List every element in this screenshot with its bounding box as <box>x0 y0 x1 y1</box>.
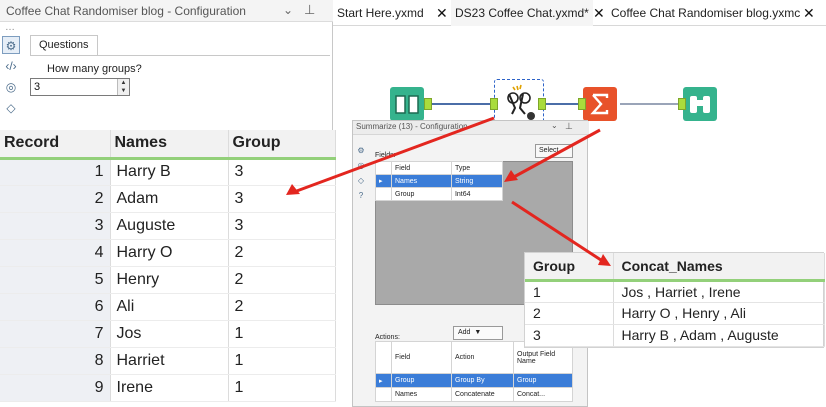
output-anchor[interactable] <box>538 98 546 110</box>
column-header[interactable]: Action <box>451 341 514 374</box>
groups-spinner[interactable]: ▲ ▼ <box>117 79 129 95</box>
configuration-header: Coffee Chat Randomiser blog - Configurat… <box>0 0 333 22</box>
summarize-title: Summarize (13) - Configuration <box>356 122 468 131</box>
tab-coffee-chat-randomiser[interactable]: Coffee Chat Randomiser blog.yxmc <box>611 0 800 26</box>
input-data-tool[interactable] <box>390 87 424 121</box>
groups-question-label: How many groups? <box>47 63 142 75</box>
sigma-icon <box>590 93 609 115</box>
table-row[interactable]: 6 Ali 2 <box>0 293 336 321</box>
fields-table: Field Type ▸ Names String Group Int64 <box>375 161 504 201</box>
table-row[interactable]: 2 Harry O , Henry , Ali <box>525 302 825 325</box>
table-row[interactable]: 1 Harry B3 <box>0 158 336 186</box>
summary-grid: Group Concat_Names 1 Jos , Harriet , Iren… <box>525 253 825 347</box>
records-grid: Record Names Group 1 Harry B3 2 Adam 3 3 Aug… <box>0 130 336 402</box>
table-row[interactable]: Group Int64 <box>375 187 504 201</box>
output-anchor[interactable] <box>424 98 432 110</box>
code-icon[interactable]: ‹/› <box>2 57 20 75</box>
close-icon[interactable]: ✕ <box>436 0 448 26</box>
table-row[interactable]: 2 Adam 3 <box>0 185 336 213</box>
table-row[interactable]: 4 Harry O2 <box>0 239 336 267</box>
add-label: Add <box>458 329 471 336</box>
book-icon <box>395 95 419 114</box>
column-header[interactable]: Concat_Names <box>613 253 825 282</box>
column-header[interactable]: Group <box>228 130 336 160</box>
tag-icon[interactable]: ◇ <box>2 99 20 117</box>
column-header[interactable]: Record <box>0 130 111 160</box>
table-row[interactable]: 8 Harriet 1 <box>0 347 336 375</box>
table-row[interactable]: ▸ Group Group By Group <box>375 373 573 388</box>
pin-icon[interactable]: ⊥ <box>304 2 315 18</box>
annotation-icon[interactable]: ◎ <box>2 78 20 96</box>
help-icon[interactable]: ? <box>355 190 367 202</box>
configuration-title: Coffee Chat Randomiser blog - Configurat… <box>6 4 246 18</box>
workflow-connection <box>430 103 492 105</box>
record-results-table: Record Names Group 1 Harry B3 2 Adam 3 3 Aug… <box>0 130 336 407</box>
table-header-row: Group Concat_Names <box>525 253 825 282</box>
table-row[interactable]: 9 Irene 1 <box>0 374 336 402</box>
gear-icon[interactable]: ⚙ <box>2 36 20 54</box>
input-anchor[interactable] <box>678 98 686 110</box>
document-tab-bar: Start Here.yxmd ✕ DS23 Coffee Chat.yxmd*… <box>333 0 826 26</box>
tab-start-here[interactable]: Start Here.yxmd <box>337 0 424 26</box>
column-header[interactable]: Field <box>391 161 452 175</box>
binoculars-icon <box>690 96 710 113</box>
table-header-row: Field Type <box>375 161 504 175</box>
table-header-row: Record Names Group <box>0 130 336 160</box>
column-header[interactable]: Field <box>391 341 452 374</box>
workflow-connection <box>620 103 682 105</box>
close-icon[interactable]: ✕ <box>803 0 815 26</box>
chevron-down-icon[interactable]: ⌄ <box>551 121 558 130</box>
table-row[interactable]: 3 Harry B , Adam , Auguste <box>525 324 825 347</box>
actions-label: Actions: <box>375 334 400 341</box>
gear-icon[interactable]: ⚙ <box>355 145 367 157</box>
table-row[interactable]: 3 Auguste 3 <box>0 212 336 240</box>
table-row[interactable]: 7 Jos 1 <box>0 320 336 348</box>
workflow-connection <box>546 103 582 105</box>
table-row[interactable]: Names Concatenate Concat... <box>375 387 573 402</box>
table-row[interactable]: 5 Henry 2 <box>0 266 336 294</box>
select-button[interactable]: Select <box>535 144 573 158</box>
more-icon[interactable]: … <box>5 22 15 33</box>
fields-label: Fields: <box>375 152 396 159</box>
tag-icon[interactable]: ◇ <box>355 175 367 187</box>
input-anchor[interactable] <box>490 98 498 110</box>
table-row[interactable]: 1 Jos , Harriet , Irene <box>525 280 825 303</box>
summarize-tool[interactable] <box>583 87 617 121</box>
column-header[interactable]: Group <box>525 253 614 282</box>
tab-ds23-coffee-chat[interactable]: DS23 Coffee Chat.yxmd* <box>451 0 593 26</box>
browse-tool[interactable] <box>683 87 717 121</box>
actions-table: Field Action Output Field Name ▸ Group G… <box>375 341 573 402</box>
screenshot-root: { "config_panel": { "title": "Coffee Cha… <box>0 0 826 407</box>
chevron-down-icon[interactable]: ⌄ <box>283 3 293 17</box>
tab-questions[interactable]: Questions <box>30 35 98 55</box>
annotation-icon[interactable]: ◎ <box>355 160 367 172</box>
summarize-header: Summarize (13) - Configuration ⌄ ⊥ <box>353 121 589 135</box>
table-row[interactable]: ▸ Names String <box>375 174 504 188</box>
configuration-panel: Coffee Chat Randomiser blog - Configurat… <box>0 0 333 130</box>
summarize-side-toolbar: ⚙ ◎ ◇ ? <box>355 145 369 205</box>
input-anchor[interactable] <box>578 98 586 110</box>
configuration-side-toolbar: ⚙ ‹/› ◎ ◇ <box>2 36 22 120</box>
column-header[interactable]: Type <box>450 161 504 175</box>
close-icon[interactable]: ✕ <box>593 0 605 26</box>
groups-numeric-input[interactable]: 3 <box>30 78 130 96</box>
summary-results-table: Group Concat_Names 1 Jos , Harriet , Iren… <box>524 252 825 348</box>
add-dropdown[interactable]: Add ▼ <box>453 326 503 340</box>
column-header[interactable]: Names <box>110 130 229 160</box>
pin-icon[interactable]: ⊥ <box>565 121 573 132</box>
